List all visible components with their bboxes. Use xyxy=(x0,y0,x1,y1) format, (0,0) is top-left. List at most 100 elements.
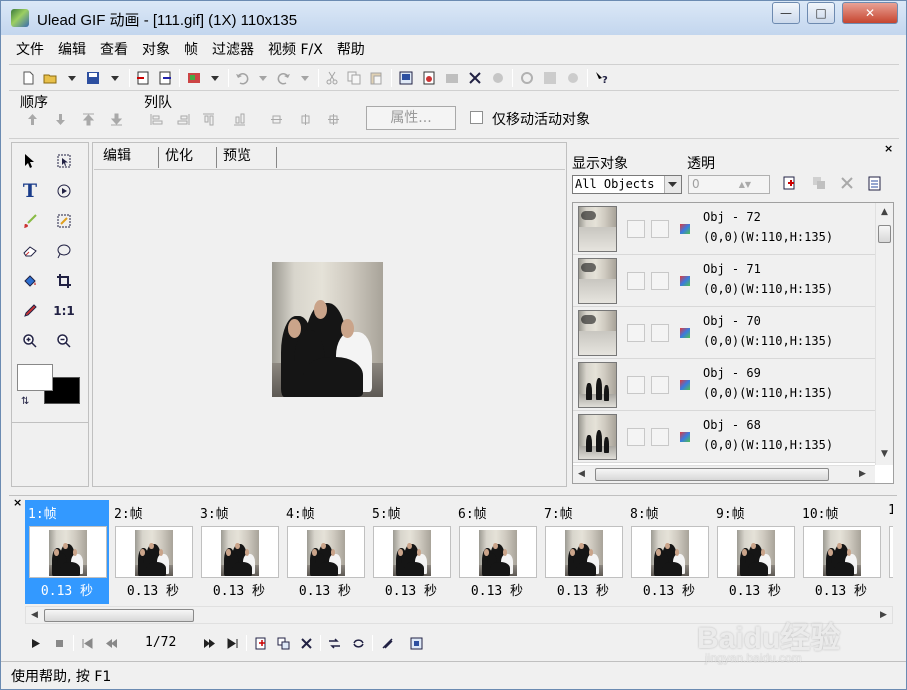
close-icon[interactable]: × xyxy=(884,142,893,155)
move-active-only-checkbox[interactable] xyxy=(470,111,483,124)
duplicate-object-icon[interactable] xyxy=(812,176,827,191)
center-horizontal-icon[interactable] xyxy=(270,113,283,126)
move-up-icon[interactable] xyxy=(26,113,39,126)
new-object-icon[interactable] xyxy=(782,176,797,191)
crop-frames-icon[interactable] xyxy=(468,71,482,85)
browser-preview-icon[interactable] xyxy=(520,71,534,85)
zoom-out-tool-icon[interactable] xyxy=(52,329,76,353)
scroll-up-icon[interactable]: ▲ xyxy=(881,207,888,217)
marquee-tool-icon[interactable] xyxy=(52,149,76,173)
frame-delay[interactable]: 0.13 秒 xyxy=(713,580,797,599)
frame-panel-options-icon[interactable] xyxy=(381,637,394,650)
frame-delay[interactable]: 0.13 秒 xyxy=(627,580,711,599)
lasso-tool-icon[interactable] xyxy=(52,209,76,233)
cut-icon[interactable] xyxy=(325,71,339,85)
duplicate-frame-icon[interactable] xyxy=(277,637,290,650)
frame-delay[interactable]: 0.13 秒 xyxy=(111,580,195,599)
frame-delay[interactable]: 0.13 秒 xyxy=(283,580,367,599)
close-button[interactable]: ✕ xyxy=(842,2,898,24)
magic-wand-tool-icon[interactable] xyxy=(52,179,76,203)
center-both-icon[interactable] xyxy=(327,113,340,126)
frame-item[interactable]: 1:帧 0.13 秒 xyxy=(25,500,109,604)
close-icon[interactable]: × xyxy=(13,496,22,509)
object-row[interactable]: Obj - 69 (0,0)(W:110,H:135) xyxy=(573,359,875,411)
frame-settings-icon[interactable] xyxy=(410,637,423,650)
show-objects-select[interactable]: All Objects xyxy=(572,175,682,194)
web-icon[interactable] xyxy=(566,71,580,85)
bring-to-front-icon[interactable] xyxy=(82,113,95,126)
undo-icon[interactable] xyxy=(235,71,249,85)
banner-text-icon[interactable] xyxy=(445,71,459,85)
object-lock-checkbox[interactable] xyxy=(651,428,669,446)
eyedropper-tool-icon[interactable] xyxy=(18,299,42,323)
open-folder-icon[interactable] xyxy=(43,71,57,85)
menu-file[interactable]: 文件 xyxy=(9,38,51,62)
title-bar[interactable]: Ulead GIF 动画 - [111.gif] (1X) 110x135 — … xyxy=(1,1,906,35)
import-icon[interactable] xyxy=(136,71,150,85)
scroll-left-icon[interactable]: ◀ xyxy=(578,469,585,479)
stop-icon[interactable] xyxy=(53,637,66,650)
maximize-button[interactable]: □ xyxy=(807,2,835,24)
canvas-area[interactable] xyxy=(94,169,565,485)
swap-colors-icon[interactable]: ⇅ xyxy=(21,396,29,407)
object-visibility-checkbox[interactable] xyxy=(627,220,645,238)
tab-edit[interactable]: 编辑 xyxy=(95,147,159,168)
scroll-right-icon[interactable]: ▶ xyxy=(859,469,866,479)
redo-icon[interactable] xyxy=(277,71,291,85)
menu-view[interactable]: 查看 xyxy=(93,38,135,62)
align-right-icon[interactable] xyxy=(177,113,190,126)
minimize-button[interactable]: — xyxy=(772,2,800,24)
object-lock-checkbox[interactable] xyxy=(651,220,669,238)
scroll-thumb[interactable] xyxy=(878,225,891,243)
foreground-color-swatch[interactable] xyxy=(17,364,53,391)
menu-object[interactable]: 对象 xyxy=(135,38,177,62)
properties-button[interactable]: 属性... xyxy=(366,106,456,130)
scroll-down-icon[interactable]: ▼ xyxy=(881,449,888,459)
object-row[interactable]: Obj - 71 (0,0)(W:110,H:135) xyxy=(573,255,875,307)
new-file-icon[interactable] xyxy=(21,71,35,85)
save-icon[interactable] xyxy=(86,71,100,85)
object-visibility-checkbox[interactable] xyxy=(627,376,645,394)
tween-icon[interactable] xyxy=(328,637,341,650)
frame-item[interactable]: 4:帧 0.13 秒 xyxy=(283,500,367,604)
first-frame-icon[interactable] xyxy=(81,637,94,650)
send-to-back-icon[interactable] xyxy=(110,113,123,126)
align-top-icon[interactable] xyxy=(202,113,215,126)
zoom-in-tool-icon[interactable] xyxy=(18,329,42,353)
frame-item[interactable]: 9:帧 0.13 秒 xyxy=(713,500,797,604)
align-left-icon[interactable] xyxy=(150,113,163,126)
object-list[interactable]: Obj - 72 (0,0)(W:110,H:135) Obj - 71 (0,0)(… xyxy=(572,202,894,484)
transparency-input[interactable]: 0 ▲▼ xyxy=(688,175,770,194)
save-dropdown-icon[interactable] xyxy=(111,76,119,81)
object-row[interactable]: Obj - 68 (0,0)(W:110,H:135) xyxy=(573,411,875,463)
launch-editor-icon[interactable] xyxy=(187,71,201,85)
next-frame-icon[interactable] xyxy=(203,637,216,650)
tab-preview[interactable]: 预览 xyxy=(215,147,277,168)
animation-wizard-icon[interactable] xyxy=(491,71,505,85)
object-visibility-checkbox[interactable] xyxy=(627,428,645,446)
paste-icon[interactable] xyxy=(369,71,383,85)
object-properties-icon[interactable] xyxy=(867,176,882,191)
previous-frame-icon[interactable] xyxy=(105,637,118,650)
frame-strip[interactable]: 1:帧 0.13 秒 2:帧 0.13 秒 3:帧 0.13 秒 4:帧 0.13 秒 5:帧 0… xyxy=(25,500,893,604)
object-visibility-checkbox[interactable] xyxy=(627,272,645,290)
menu-edit[interactable]: 编辑 xyxy=(51,38,93,62)
move-down-icon[interactable] xyxy=(54,113,67,126)
spin-icon[interactable]: ▲▼ xyxy=(739,176,751,193)
scroll-thumb[interactable] xyxy=(595,468,829,481)
menu-frame[interactable]: 帧 xyxy=(177,38,205,62)
crop-tool-icon[interactable] xyxy=(52,269,76,293)
context-help-icon[interactable]: ? xyxy=(595,71,609,85)
add-blank-frame-icon[interactable] xyxy=(254,637,267,650)
object-list-hscroll[interactable]: ◀ ▶ xyxy=(573,465,875,483)
object-lock-checkbox[interactable] xyxy=(651,272,669,290)
frame-item[interactable]: 3:帧 0.13 秒 xyxy=(197,500,281,604)
delete-frame-icon[interactable] xyxy=(300,637,313,650)
last-frame-icon[interactable] xyxy=(226,637,239,650)
frame-item[interactable]: 6:帧 0.13 秒 xyxy=(455,500,539,604)
frame-delay[interactable]: 0.13 秒 xyxy=(799,580,883,599)
object-lock-checkbox[interactable] xyxy=(651,376,669,394)
optimize-icon[interactable] xyxy=(422,71,436,85)
frame-item[interactable]: 1 xyxy=(885,500,893,604)
align-bottom-icon[interactable] xyxy=(233,113,246,126)
